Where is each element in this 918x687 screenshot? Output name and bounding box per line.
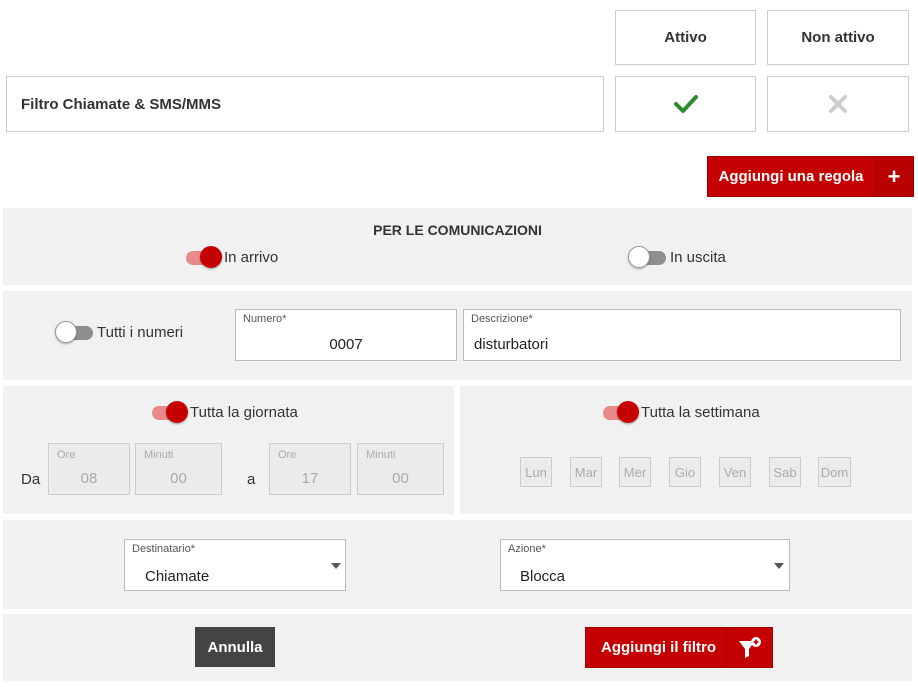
day-button-lun[interactable]: Lun <box>520 457 552 487</box>
to-label: a <box>247 471 256 488</box>
from-hours-field[interactable]: Ore 08 <box>48 443 130 495</box>
outgoing-label: In uscita <box>670 249 726 267</box>
plus-icon: + <box>874 157 913 196</box>
all-numbers-label: Tutti i numeri <box>97 324 184 342</box>
number-field-value[interactable]: 0007 <box>236 336 456 353</box>
check-icon <box>673 95 698 113</box>
to-minutes-label: Minuti <box>366 449 396 461</box>
column-header-inactive: Non attivo <box>767 10 909 65</box>
outgoing-toggle[interactable]: In uscita <box>628 245 726 268</box>
filter-name-label: Filtro Chiamate & SMS/MMS <box>21 95 222 113</box>
actions-panel <box>3 614 912 681</box>
from-minutes-field[interactable]: Minuti 00 <box>135 443 222 495</box>
column-header-active-label: Attivo <box>664 29 707 46</box>
recipient-select[interactable]: Destinatario* Chiamate <box>124 539 346 591</box>
add-rule-button[interactable]: Aggiungi una regola + <box>707 156 914 197</box>
recipient-select-value: Chiamate <box>145 568 210 585</box>
communications-title: PER LE COMUNICAZIONI <box>373 222 542 238</box>
filter-name: Filtro Chiamate & SMS/MMS <box>6 76 604 132</box>
close-icon <box>829 95 847 113</box>
from-hours-value: 08 <box>80 470 98 487</box>
outgoing-switch[interactable] <box>628 245 666 268</box>
filter-add-icon <box>727 628 772 667</box>
recipient-select-label: Destinatario* <box>132 543 195 555</box>
chevron-down-icon <box>774 563 784 569</box>
column-header-active: Attivo <box>615 10 756 65</box>
action-select-label: Azione* <box>508 543 546 555</box>
day-button-gio[interactable]: Gio <box>669 457 701 487</box>
day-button-mer[interactable]: Mer <box>619 457 651 487</box>
to-hours-value: 17 <box>301 470 319 487</box>
from-minutes-value: 00 <box>170 470 187 487</box>
number-field[interactable]: Numero* 0007 <box>235 309 457 361</box>
description-field[interactable]: Descrizione* disturbatori <box>463 309 901 361</box>
action-select[interactable]: Azione* Blocca <box>500 539 790 591</box>
communications-panel <box>3 208 912 285</box>
to-minutes-value: 00 <box>392 470 409 487</box>
all-numbers-toggle[interactable]: Tutti i numeri <box>55 320 184 343</box>
all-day-switch[interactable] <box>150 400 188 423</box>
day-button-ven[interactable]: Ven <box>719 457 751 487</box>
cancel-button[interactable]: Annulla <box>195 627 275 667</box>
day-button-mar[interactable]: Mar <box>570 457 602 487</box>
description-field-label: Descrizione* <box>471 313 533 325</box>
all-day-toggle[interactable]: Tutta la giornata <box>150 400 298 423</box>
incoming-toggle[interactable]: In arrivo <box>184 245 279 268</box>
chevron-down-icon <box>331 563 341 569</box>
all-numbers-switch[interactable] <box>55 320 93 343</box>
add-filter-button[interactable]: Aggiungi il filtro <box>585 627 773 668</box>
all-week-toggle[interactable]: Tutta la settimana <box>601 400 760 423</box>
incoming-label: In arrivo <box>224 249 279 267</box>
from-minutes-label: Minuti <box>144 449 174 461</box>
day-button-dom[interactable]: Dom <box>818 457 851 487</box>
all-week-switch[interactable] <box>601 400 639 423</box>
to-hours-field[interactable]: Ore 17 <box>269 443 351 495</box>
add-rule-button-label: Aggiungi una regola <box>718 168 864 185</box>
day-button-sab[interactable]: Sab <box>769 457 801 487</box>
status-active-cell[interactable] <box>615 76 756 132</box>
all-week-label: Tutta la settimana <box>641 404 760 422</box>
to-hours-label: Ore <box>278 449 297 461</box>
to-minutes-field[interactable]: Minuti 00 <box>357 443 444 495</box>
from-hours-label: Ore <box>57 449 76 461</box>
all-day-label: Tutta la giornata <box>190 404 298 422</box>
from-label: Da <box>21 471 41 488</box>
description-field-value[interactable]: disturbatori <box>474 336 548 353</box>
action-select-value: Blocca <box>520 568 566 585</box>
number-field-label: Numero* <box>243 313 287 325</box>
status-inactive-cell[interactable] <box>767 76 909 132</box>
add-filter-button-label: Aggiungi il filtro <box>601 639 716 656</box>
incoming-switch[interactable] <box>184 245 222 268</box>
column-header-inactive-label: Non attivo <box>801 29 875 46</box>
